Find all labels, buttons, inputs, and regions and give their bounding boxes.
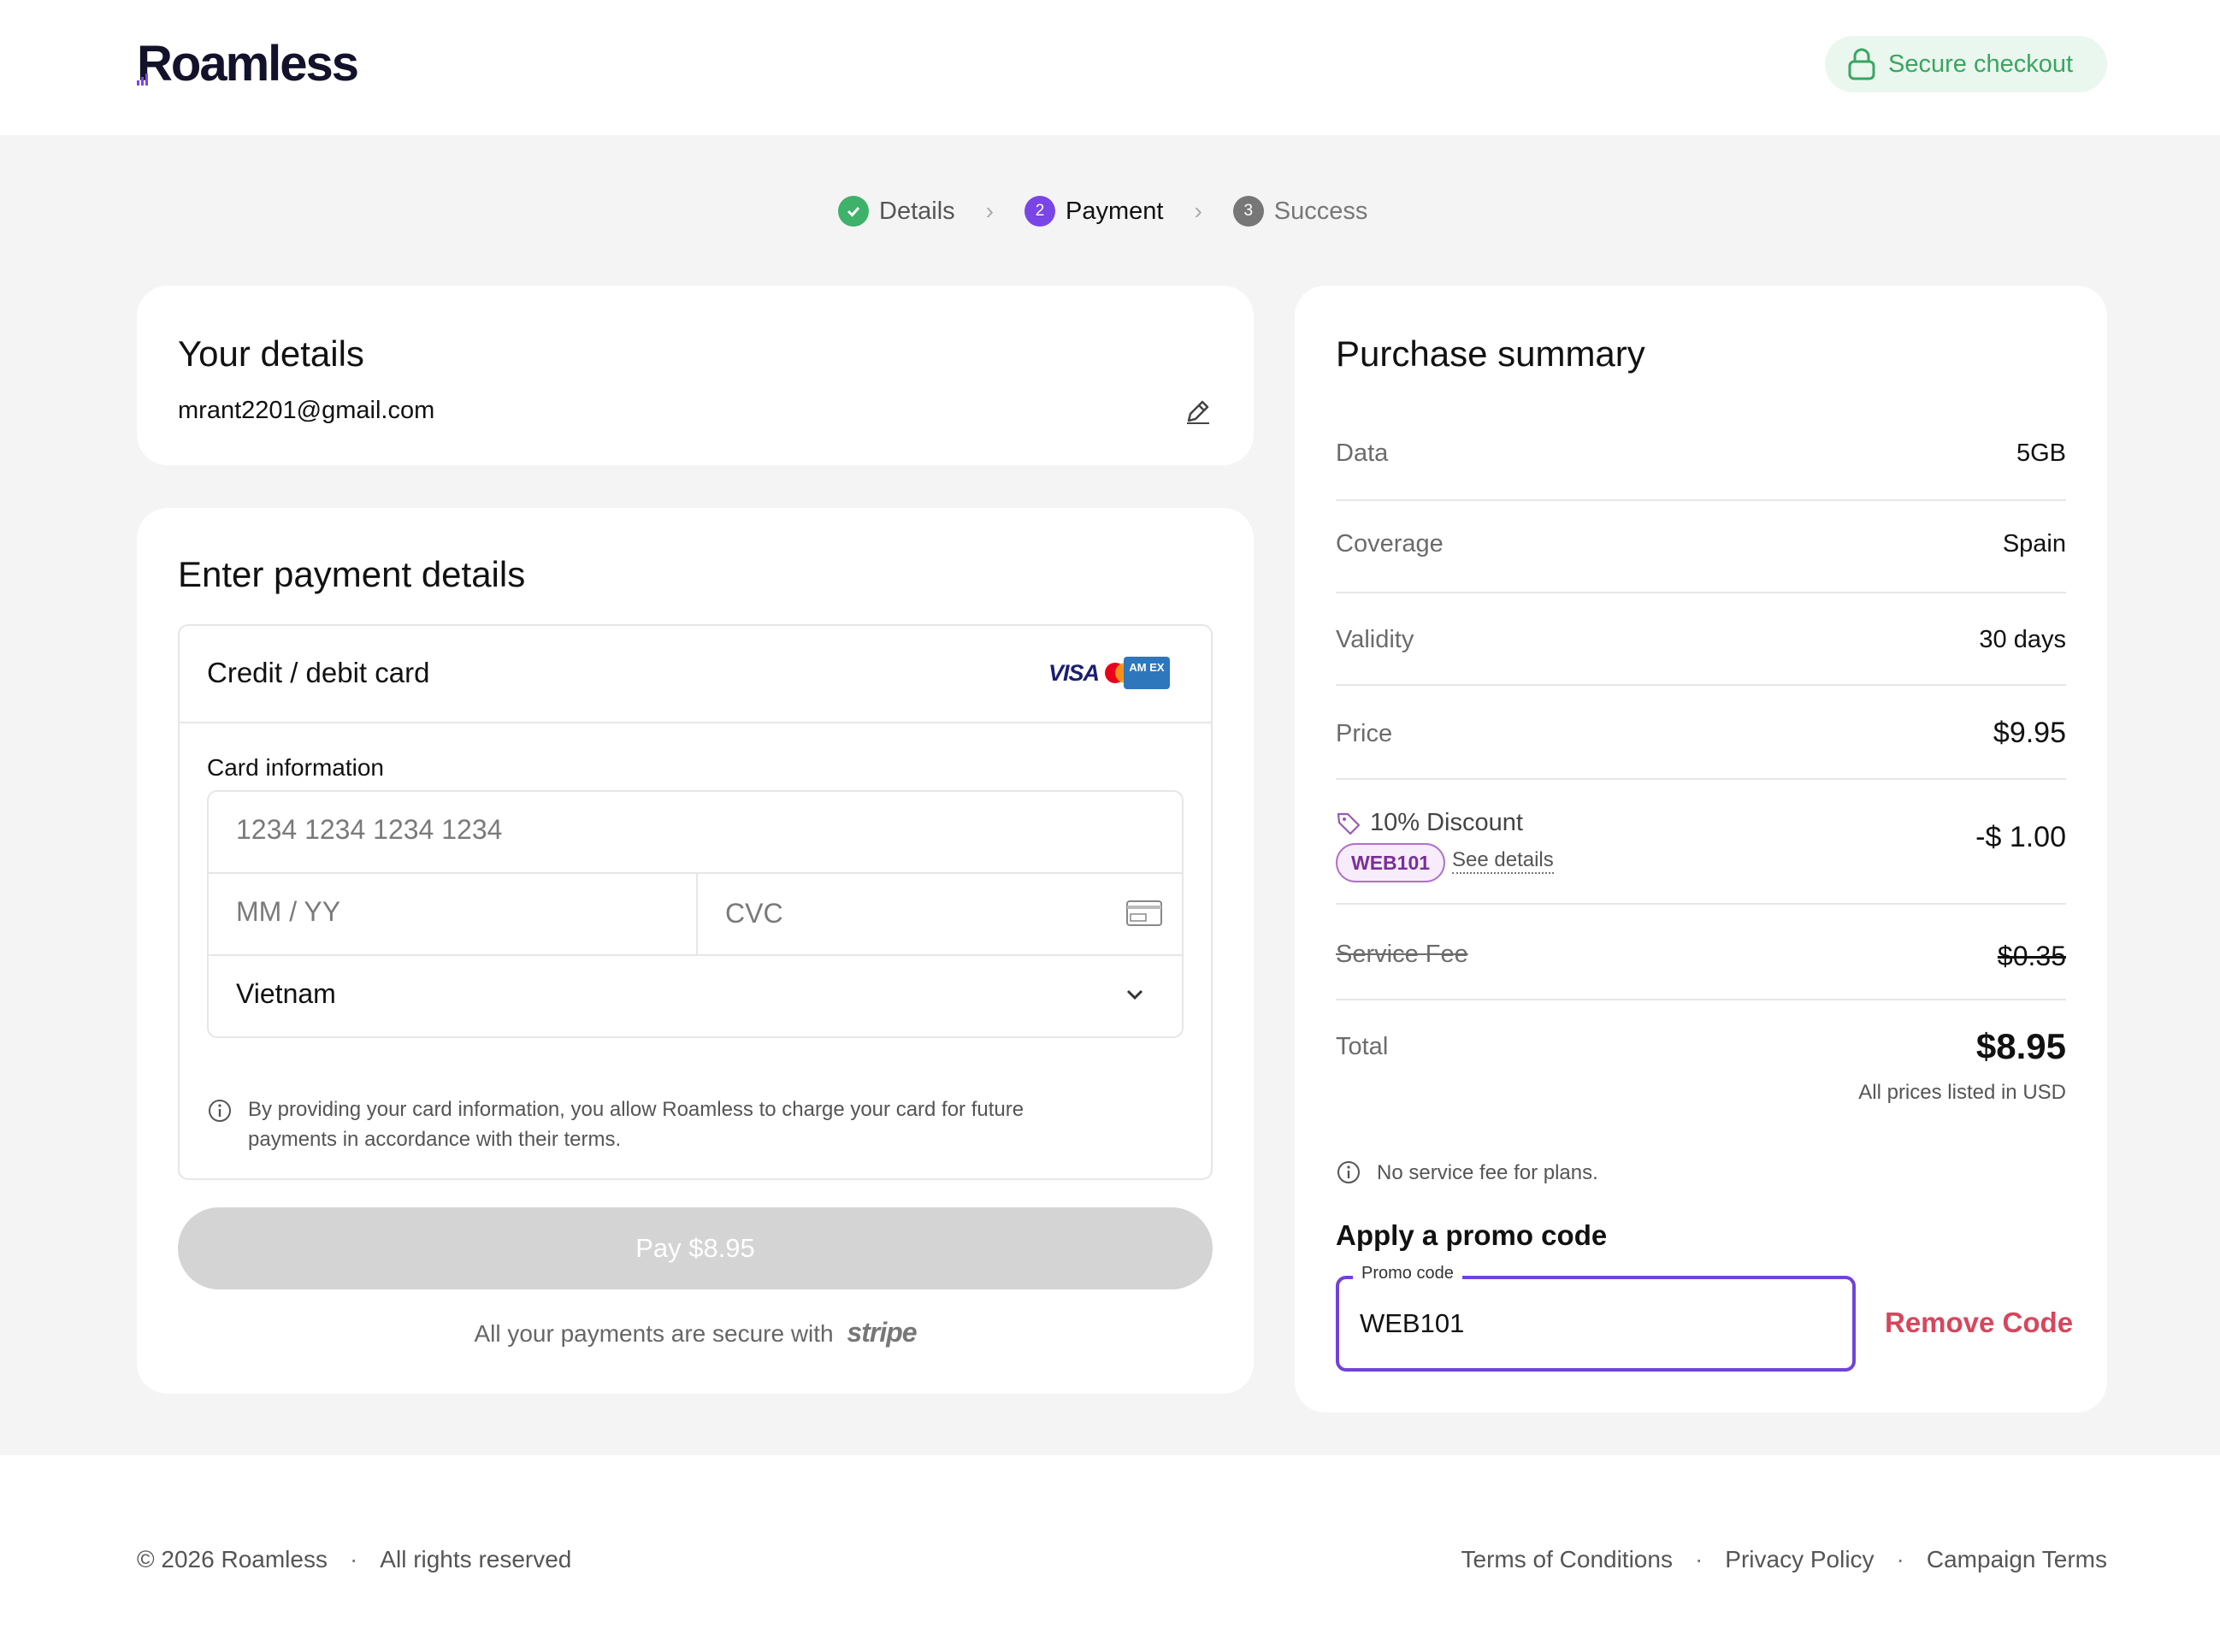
card-number-input[interactable]: 1234 1234 1234 1234 [209,792,1182,874]
step-payment: 2 Payment [1024,196,1163,227]
summary-row-service-fee: Service Fee $0.35 [1336,905,2066,1000]
row-label: Data [1336,440,1389,467]
country-value: Vietnam [236,978,336,1009]
payment-method-header[interactable]: Credit / debit card VISA AM EX [180,626,1211,723]
campaign-terms-link[interactable]: Campaign Terms [1927,1546,2107,1573]
step-number: 2 [1024,196,1055,227]
promo-field-value: WEB101 [1360,1308,1465,1338]
cvc-placeholder: CVC [725,898,783,929]
footer-links: Terms of Conditions · Privacy Policy · C… [1461,1546,2107,1573]
row-value: Spain [2002,530,2066,558]
notice-text: By providing your card information, you … [248,1098,1024,1151]
summary-row-data: Data 5GB [1336,414,2066,501]
rights-text: All rights reserved [380,1546,572,1572]
info-icon [209,1100,231,1122]
stripe-secure-line: All your payments are secure with stripe [137,1317,1254,1348]
copyright-text: © 2026 Roamless [137,1546,328,1572]
separator-dot: · [1896,1546,1904,1572]
secure-checkout-label: Secure checkout [1888,50,2074,78]
step-details[interactable]: Details [838,196,955,227]
cvc-input[interactable]: CVC [698,874,1182,956]
see-details-link[interactable]: See details [1452,848,1554,874]
payment-title: Enter payment details [178,554,526,594]
details-email: mrant2201@gmail.com [178,397,435,424]
summary-row-discount: 10% Discount WEB101 See details -$ 1.00 [1336,780,2066,905]
chevron-down-icon [1126,989,1143,1000]
summary-row-price: Price $9.95 [1336,686,2066,780]
step-label: Details [879,197,955,225]
info-icon [1337,1161,1360,1183]
top-header: Roamless Secure checkout [0,0,2220,135]
row-value: $0.35 [1997,941,2066,971]
cvc-card-icon [1126,900,1162,926]
discount-value: -$ 1.00 [1975,821,2066,853]
total-label: Total [1336,1033,1389,1060]
lock-icon [1848,48,1875,80]
logo-text: Roamless [137,35,359,91]
card-fields: 1234 1234 1234 1234 MM / YY CVC Vietnam [207,790,1184,1038]
summary-title: Purchase summary [1336,333,1645,374]
row-label: Validity [1336,626,1414,653]
terms-link[interactable]: Terms of Conditions [1461,1546,1673,1573]
promo-code-input[interactable]: Promo code WEB101 [1336,1264,1856,1372]
step-success: 3 Success [1232,196,1368,227]
row-label: Service Fee [1336,941,1468,968]
summary-row-coverage: Coverage Spain [1336,501,2066,593]
row-value: 5GB [2016,440,2066,467]
row-value: $9.95 [1993,717,2066,749]
promo-title: Apply a promo code [1336,1219,1608,1251]
footer-left: © 2026 Roamless · All rights reserved [137,1546,571,1573]
expiry-input[interactable]: MM / YY [209,874,698,956]
payment-method-box: Credit / debit card VISA AM EX Card info… [178,624,1213,1180]
currency-note: All prices listed in USD [1858,1081,2066,1104]
separator-dot: · [1694,1546,1703,1572]
card-charge-notice: By providing your card information, you … [207,1094,1113,1154]
no-fee-note: No service fee for plans. [1336,1161,1598,1185]
step-label: Success [1273,197,1368,225]
your-details-card: Your details mrant2201@gmail.com [137,286,1254,465]
discount-text: 10% Discount [1370,809,1523,836]
privacy-link[interactable]: Privacy Policy [1725,1546,1874,1573]
no-fee-text: No service fee for plans. [1377,1161,1598,1184]
tag-icon [1337,812,1361,835]
summary-row-validity: Validity 30 days [1336,593,2066,686]
roamless-logo[interactable]: Roamless [137,35,359,91]
pay-button[interactable]: Pay $8.95 [178,1207,1213,1289]
separator-dot: · [349,1546,358,1572]
checkout-stepper: Details › 2 Payment › 3 Success [838,190,1367,233]
row-label: Coverage [1336,530,1444,558]
edit-pencil-icon[interactable] [1184,397,1213,426]
check-icon [838,196,869,227]
chevron-right-icon: › [985,198,994,224]
signal-bars-icon [137,74,148,86]
secure-checkout-badge: Secure checkout [1825,36,2107,92]
step-number: 3 [1232,196,1264,227]
card-information-label: Card information [207,754,384,781]
remove-code-button[interactable]: Remove Code [1885,1307,2073,1339]
promo-field-label: Promo code [1353,1264,1462,1283]
promo-code-badge: WEB101 [1336,843,1446,882]
payment-method-label: Credit / debit card [207,657,430,688]
total-value: $8.95 [1975,1026,2066,1066]
stripe-logo: stripe [847,1317,917,1348]
discount-label: 10% Discount [1336,809,1523,837]
purchase-summary-card: Purchase summary Data 5GB Coverage Spain… [1295,286,2107,1413]
amex-logo-icon: AM EX [1124,657,1170,689]
country-select[interactable]: Vietnam [209,956,1182,1036]
visa-logo-icon: VISA [1048,660,1100,686]
payment-card: Enter payment details Credit / debit car… [137,508,1254,1394]
row-label: Price [1336,720,1393,747]
chevron-right-icon: › [1194,198,1202,224]
secure-line-text: All your payments are secure with [474,1320,834,1347]
step-label: Payment [1065,197,1164,225]
row-value: 30 days [1979,626,2066,653]
details-title: Your details [178,333,364,374]
